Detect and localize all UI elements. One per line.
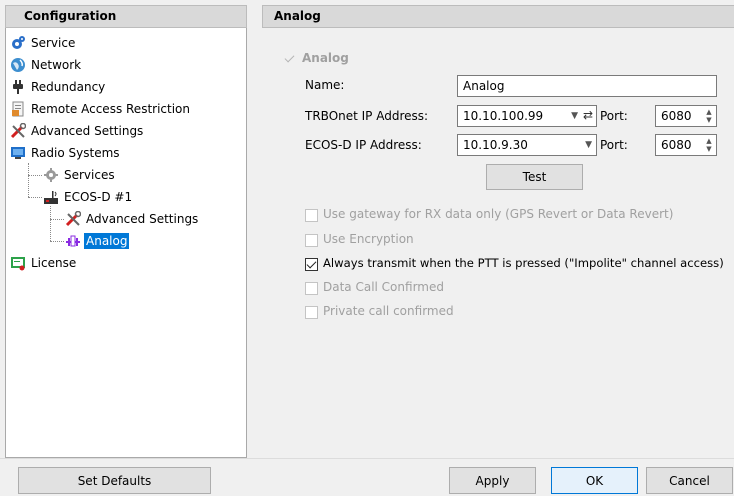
test-button[interactable]: Test xyxy=(486,164,583,190)
ok-button[interactable]: OK xyxy=(551,467,638,494)
chevron-down-icon[interactable]: ▼ xyxy=(571,111,578,121)
port-1-stepper[interactable]: 6080 ▲ ▼ xyxy=(655,105,717,127)
analog-enabled-checkbox[interactable] xyxy=(284,53,297,66)
tree-item-ecos-advanced-settings[interactable]: Advanced Settings xyxy=(65,209,200,229)
trbonet-ip-value: 10.10.100.99 xyxy=(463,109,544,123)
monitor-icon xyxy=(10,145,26,161)
tree-line xyxy=(50,241,64,242)
name-label: Name: xyxy=(305,78,345,92)
port-label: Port: xyxy=(600,109,628,123)
option-checkbox-encryption[interactable] xyxy=(305,234,318,247)
analog-header: Analog xyxy=(262,5,734,28)
tree-item-network[interactable]: Network xyxy=(10,55,83,75)
ecos-ip-label: ECOS-D IP Address: xyxy=(305,138,422,152)
trbonet-ip-combobox[interactable]: 10.10.100.99 ▼ ⇄ xyxy=(457,105,597,127)
tree-item-remote-access-restriction[interactable]: Remote Access Restriction xyxy=(10,99,192,119)
license-icon xyxy=(10,255,26,271)
tree-line xyxy=(50,219,64,220)
option-label-impolite: Always transmit when the PTT is pressed … xyxy=(323,256,724,270)
port-1-value: 6080 xyxy=(661,109,692,123)
tree-item-license[interactable]: License xyxy=(10,253,78,273)
globe-icon xyxy=(10,57,26,73)
option-label-gateway: Use gateway for RX data only (GPS Revert… xyxy=(323,207,674,221)
tree-line xyxy=(28,175,29,197)
gear-icon xyxy=(10,35,26,51)
tools-icon xyxy=(65,210,82,227)
tree-line xyxy=(28,163,29,175)
port-label: Port: xyxy=(600,138,628,152)
set-defaults-button[interactable]: Set Defaults xyxy=(18,467,211,494)
configuration-tree[interactable]: Service Network Redundancy Remote Access… xyxy=(5,28,247,458)
port-2-value: 6080 xyxy=(661,138,692,152)
analog-enabled-label: Analog xyxy=(302,51,349,65)
option-checkbox-private-call-confirmed[interactable] xyxy=(305,306,318,319)
tree-item-redundancy[interactable]: Redundancy xyxy=(10,77,107,97)
connector-icon xyxy=(65,233,81,249)
ecos-ip-value: 10.10.9.30 xyxy=(463,138,528,152)
document-icon xyxy=(10,101,26,117)
option-checkbox-data-call-confirmed[interactable] xyxy=(305,282,318,295)
option-checkbox-impolite[interactable] xyxy=(305,258,318,271)
radio-icon xyxy=(43,189,59,205)
configuration-header: Configuration xyxy=(5,5,247,28)
refresh-icon[interactable]: ⇄ xyxy=(583,108,593,122)
tree-item-services[interactable]: Services xyxy=(43,165,117,185)
tree-item-radio-systems[interactable]: Radio Systems xyxy=(10,143,122,163)
trbonet-ip-label: TRBOnet IP Address: xyxy=(305,109,429,123)
apply-button[interactable]: Apply xyxy=(449,467,536,494)
spinner-arrows-icon[interactable]: ▲ ▼ xyxy=(704,108,714,124)
chevron-down-icon[interactable]: ▼ xyxy=(585,140,592,150)
option-label-private-call-confirmed: Private call confirmed xyxy=(323,304,454,318)
option-checkbox-gateway[interactable] xyxy=(305,209,318,222)
bottom-bar: Set Defaults Apply OK Cancel xyxy=(0,458,734,496)
tools-icon xyxy=(10,122,27,139)
option-label-encryption: Use Encryption xyxy=(323,232,414,246)
tree-item-ecos-d-1[interactable]: ECOS-D #1 xyxy=(43,187,134,207)
plug-icon xyxy=(10,79,26,95)
cancel-button[interactable]: Cancel xyxy=(646,467,733,494)
option-label-data-call-confirmed: Data Call Confirmed xyxy=(323,280,444,294)
tree-item-analog[interactable]: Analog xyxy=(65,231,130,251)
tree-item-service[interactable]: Service xyxy=(10,33,77,53)
tree-line xyxy=(28,175,42,176)
spinner-arrows-icon[interactable]: ▲ ▼ xyxy=(704,137,714,153)
tree-line xyxy=(28,197,42,198)
ecos-ip-combobox[interactable]: 10.10.9.30 ▼ xyxy=(457,134,597,156)
gear-icon xyxy=(43,167,59,183)
tree-line xyxy=(50,206,51,241)
analog-panel: Analog Name: Analog TRBOnet IP Address: … xyxy=(262,28,734,458)
port-2-stepper[interactable]: 6080 ▲ ▼ xyxy=(655,134,717,156)
tree-item-advanced-settings[interactable]: Advanced Settings xyxy=(10,121,145,141)
name-field[interactable]: Analog xyxy=(457,75,717,97)
